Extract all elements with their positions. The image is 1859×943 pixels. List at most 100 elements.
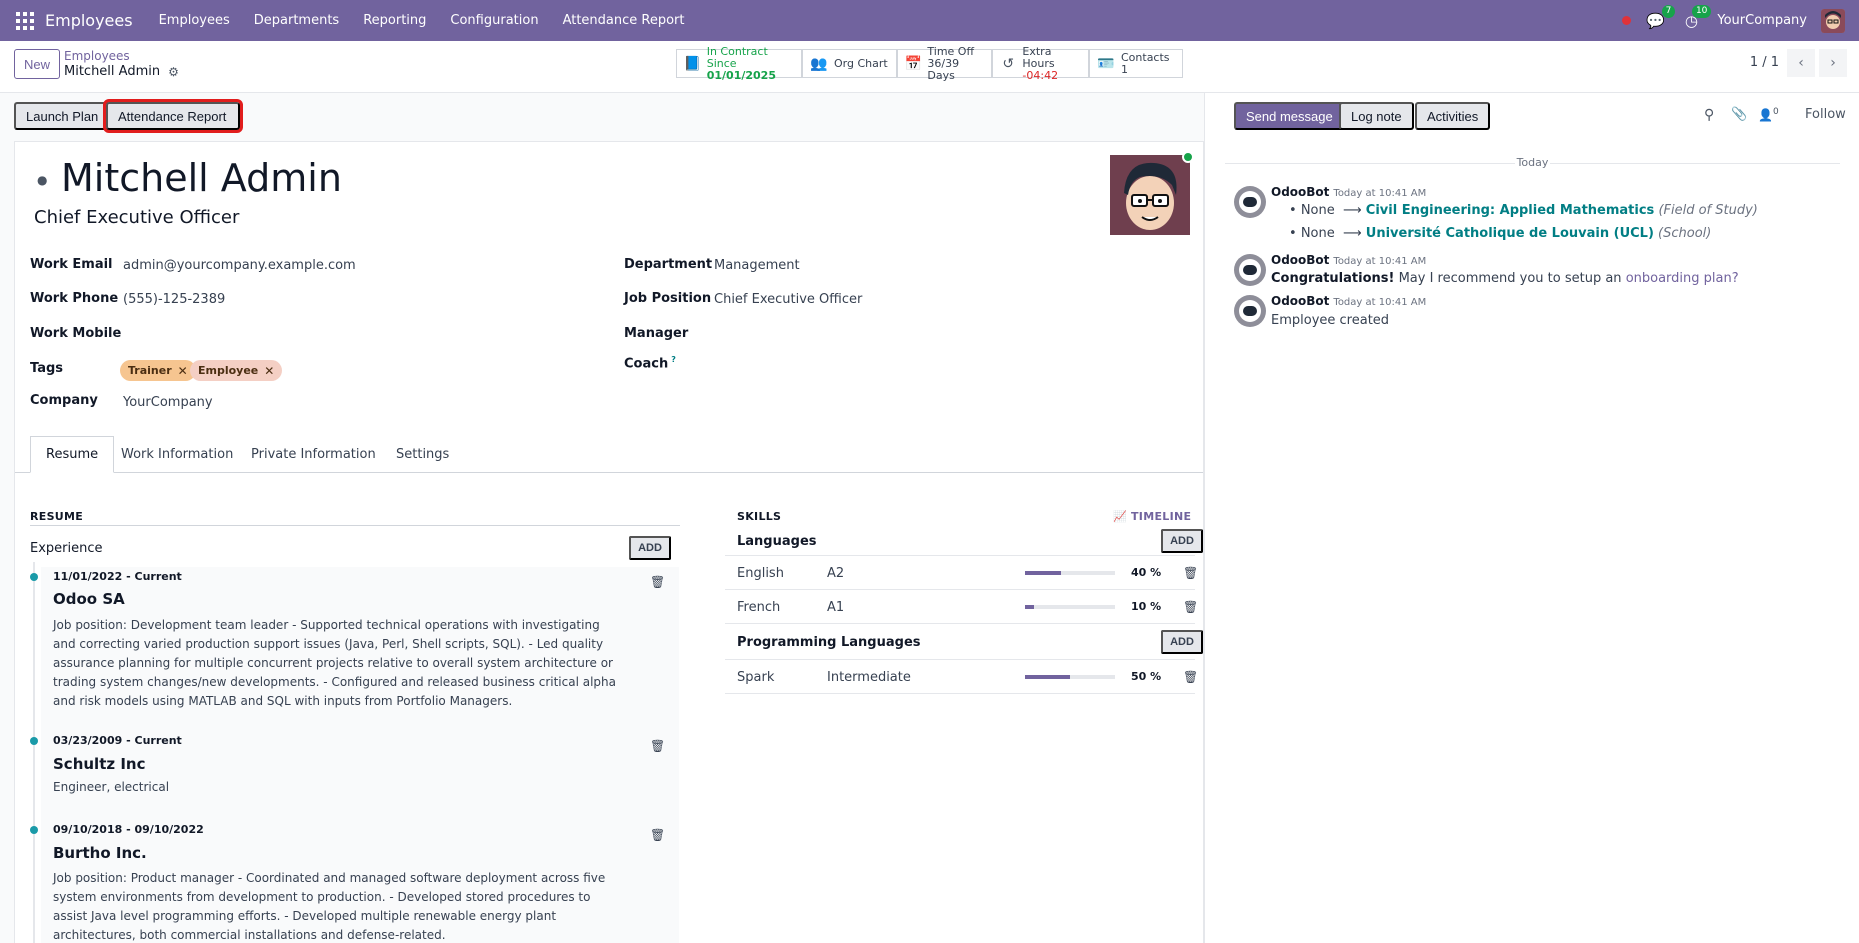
skill-progress-bar (1025, 675, 1115, 679)
employee-job-title[interactable]: Chief Executive Officer (34, 207, 239, 228)
skill-group-header: Programming Languages ADD (725, 624, 1203, 660)
search-icon[interactable]: ⚲ (1704, 107, 1714, 123)
tab-settings[interactable]: Settings (381, 436, 464, 473)
tag-trainer[interactable]: Trainer ✕ (120, 360, 196, 381)
pager-previous-icon[interactable]: ‹ (1787, 49, 1815, 77)
messages-badge: 7 (1661, 4, 1676, 18)
odoobot-avatar[interactable] (1234, 186, 1266, 218)
contacts-label: Contacts (1121, 50, 1170, 64)
tab-private-information[interactable]: Private Information (236, 436, 391, 473)
company-field[interactable]: YourCompany (123, 395, 213, 410)
org-chart-label: Org Chart (834, 56, 888, 70)
work-email-field[interactable]: admin@yourcompany.example.com (123, 258, 356, 273)
add-experience-button[interactable]: ADD (629, 536, 671, 560)
add-language-skill-button[interactable]: ADD (1161, 529, 1203, 553)
org-chart-smart-button[interactable]: 👥 Org Chart (802, 49, 897, 78)
employee-photo[interactable] (1110, 155, 1190, 235)
messages-icon[interactable]: 💬 7 (1645, 4, 1676, 31)
new-button[interactable]: New (14, 49, 60, 79)
trash-icon[interactable]: 🗑 (650, 739, 665, 753)
message-author[interactable]: OdooBot Today at 10:41 AM (1271, 294, 1426, 308)
log-note-button[interactable]: Log note (1339, 102, 1414, 130)
skill-group-name: Languages (737, 534, 817, 549)
contract-label: In Contract Since (706, 44, 768, 70)
message-bold: Congratulations! (1271, 271, 1395, 286)
send-message-button[interactable]: Send message (1234, 102, 1345, 130)
message-author[interactable]: OdooBot Today at 10:41 AM (1271, 185, 1426, 199)
tab-work-information[interactable]: Work Information (106, 436, 248, 473)
work-email-label: Work Email (30, 257, 113, 272)
breadcrumb-parent[interactable]: Employees (64, 49, 130, 63)
followers-button[interactable]: 👤0 (1758, 107, 1779, 122)
extra-hours-label: Extra Hours (1022, 44, 1055, 70)
trash-icon[interactable]: 🗑 (650, 828, 665, 842)
field-name: (Field of Study) (1658, 203, 1758, 218)
skill-row[interactable]: Spark Intermediate 50 % 🗑 (725, 660, 1198, 694)
company-switcher[interactable]: YourCompany (1717, 13, 1807, 28)
add-programming-skill-button[interactable]: ADD (1161, 630, 1203, 654)
tag-employee[interactable]: Employee ✕ (190, 360, 283, 381)
gear-icon[interactable]: ⚙ (168, 65, 179, 79)
time-off-smart-button[interactable]: 📅 Time Off 36/39 Days (897, 45, 992, 81)
user-lock-icon: 👤 (1758, 108, 1773, 122)
chatter-panel: Send message Log note Activities ⚲ 📎 👤0 … (1204, 93, 1859, 943)
coach-help-icon[interactable]: ? (671, 355, 676, 364)
resume-item-title: Burtho Inc. (53, 844, 147, 862)
skill-percent: 50 % (1131, 670, 1162, 683)
date-separator: Today (1205, 156, 1859, 169)
department-field[interactable]: Management (714, 258, 800, 273)
menu-configuration[interactable]: Configuration (450, 13, 538, 28)
resume-divider (30, 525, 680, 526)
recording-indicator-icon[interactable] (1622, 16, 1632, 25)
user-avatar[interactable] (1821, 8, 1845, 33)
activities-clock-icon[interactable]: ◷ 10 (1681, 4, 1712, 31)
contract-smart-button[interactable]: 📘 In Contract Since 01/01/2025 (676, 45, 802, 81)
apps-menu-icon[interactable] (14, 10, 36, 32)
job-position-field[interactable]: Chief Executive Officer (714, 292, 862, 307)
timeline-label: TIMELINE (1131, 510, 1192, 523)
activities-button[interactable]: Activities (1415, 102, 1491, 130)
paperclip-icon[interactable]: 📎 (1731, 107, 1747, 122)
tag-employee-label: Employee (198, 364, 259, 377)
pager-next-icon[interactable]: › (1819, 49, 1847, 77)
chat-bubble-icon[interactable]: ● (37, 173, 47, 187)
date-separator-label: Today (1516, 156, 1549, 169)
attendance-report-button[interactable]: Attendance Report (103, 99, 243, 133)
work-phone-field[interactable]: (555)-125-2389 (123, 292, 225, 307)
manager-field[interactable] (714, 326, 1184, 344)
remove-tag-icon[interactable]: ✕ (178, 364, 188, 378)
skill-row[interactable]: French A1 10 % 🗑 (725, 590, 1198, 624)
trash-icon[interactable]: 🗑 (1183, 600, 1198, 614)
menu-departments[interactable]: Departments (254, 13, 339, 28)
tab-resume[interactable]: Resume (30, 436, 115, 473)
contacts-smart-button[interactable]: 🪪 Contacts 1 (1089, 49, 1183, 78)
menu-reporting[interactable]: Reporting (363, 13, 426, 28)
menu-attendance-report[interactable]: Attendance Report (563, 13, 685, 28)
control-panel: New Employees Mitchell Admin ⚙ 📘 In Cont… (0, 41, 1859, 93)
app-name[interactable]: Employees (45, 11, 133, 30)
timeline-dot (30, 737, 38, 745)
coach-field[interactable] (714, 355, 1184, 373)
contract-date: 01/01/2025 (706, 68, 776, 82)
trash-icon[interactable]: 🗑 (1183, 566, 1198, 580)
odoobot-avatar[interactable] (1234, 295, 1266, 327)
work-mobile-field[interactable] (123, 326, 603, 344)
employee-name[interactable]: Mitchell Admin (61, 156, 342, 200)
timeline-button[interactable]: 📈 TIMELINE (1113, 510, 1191, 523)
odoobot-avatar[interactable] (1234, 254, 1266, 286)
trash-icon[interactable]: 🗑 (650, 575, 665, 589)
extra-hours-smart-button[interactable]: ↺ Extra Hours -04:42 (992, 45, 1089, 81)
menu-employees[interactable]: Employees (159, 13, 230, 28)
activities-badge: 10 (1691, 4, 1712, 18)
launch-plan-button[interactable]: Launch Plan (14, 102, 111, 130)
users-icon: 👥 (810, 55, 828, 72)
resume-item-date: 11/01/2022 - Current (53, 570, 182, 583)
remove-tag-icon[interactable]: ✕ (264, 364, 274, 378)
message-author[interactable]: OdooBot Today at 10:41 AM (1271, 253, 1426, 267)
pager-value[interactable]: 1 / 1 (1750, 55, 1779, 70)
author-name: OdooBot (1271, 294, 1330, 308)
skill-row[interactable]: English A2 40 % 🗑 (725, 556, 1198, 590)
trash-icon[interactable]: 🗑 (1183, 670, 1198, 684)
follow-button[interactable]: Follow (1805, 107, 1846, 122)
onboarding-plan-link[interactable]: onboarding plan? (1626, 271, 1739, 286)
